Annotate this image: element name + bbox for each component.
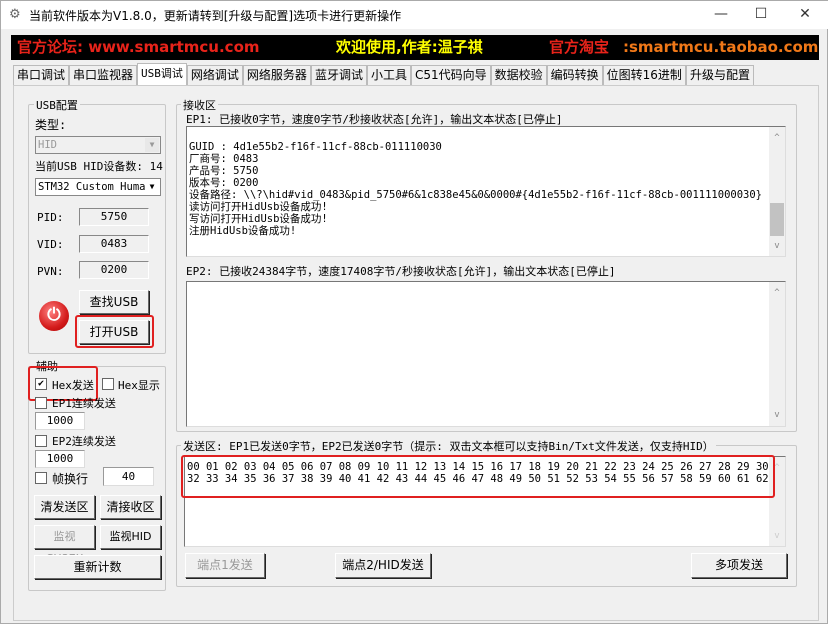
minimize-button[interactable]: —	[701, 3, 741, 27]
ep1-status: EP1: 已接收0字节，速度0字节/秒接收状态[允许]，输出文本状态[已停止]	[186, 113, 563, 126]
title-bar: ⚙ 当前软件版本为V1.8.0，更新请转到[升级与配置]选项卡进行更新操作 — …	[1, 1, 828, 29]
chevron-down-icon[interactable]: ▼	[145, 180, 159, 194]
hex-display-label: Hex显示	[118, 379, 160, 392]
ep2-continuous-checkbox[interactable]	[35, 435, 47, 447]
device-value: STM32 Custom Human	[38, 181, 152, 193]
tab-tools[interactable]: 小工具	[366, 65, 411, 85]
tab-c51-wizard[interactable]: C51代码向导	[410, 65, 491, 85]
type-select: HID ▼	[35, 136, 161, 154]
highlight-send-data	[181, 455, 775, 498]
multi-send-button[interactable]: 多项发送	[691, 553, 787, 578]
tab-network-debug[interactable]: 网络调试	[186, 65, 243, 85]
tab-upgrade[interactable]: 升级与配置	[685, 65, 754, 85]
usb-config-title: USB配置	[34, 97, 80, 113]
scroll-thumb[interactable]	[770, 203, 784, 236]
ep1-continuous-label: EP1连续发送	[52, 397, 116, 410]
vid-field: 0483	[79, 235, 149, 253]
type-value: HID	[38, 139, 57, 151]
ep1-continuous-checkbox[interactable]	[35, 397, 47, 409]
hex-display-checkbox[interactable]	[102, 378, 114, 390]
ep1-receive-textarea[interactable]: GUID : 4d1e55b2-f16f-11cf-88cb-011110030…	[186, 126, 786, 257]
ep2-hid-send-button[interactable]: 端点2/HID发送	[335, 553, 431, 578]
scroll-up-icon[interactable]: ^	[769, 133, 785, 143]
scroll-down-icon[interactable]: v	[769, 241, 785, 251]
tab-bluetooth[interactable]: 蓝牙调试	[310, 65, 367, 85]
ep2-continuous-label: EP2连续发送	[52, 435, 116, 448]
tab-serial-debug[interactable]: 串口调试	[13, 65, 70, 85]
close-button[interactable]: ✕	[785, 3, 825, 27]
vid-label: VID:	[37, 238, 64, 251]
scroll-up-icon[interactable]: ^	[769, 288, 785, 298]
tab-usb-debug[interactable]: USB调试	[137, 63, 187, 85]
pid-field: 5750	[79, 208, 149, 226]
tab-checksum[interactable]: 数据校验	[490, 65, 547, 85]
scroll-down-icon[interactable]: v	[769, 410, 785, 420]
ep2-receive-textarea[interactable]	[186, 281, 786, 427]
ep2-status: EP2: 已接收24384字节，速度17408字节/秒接收状态[允许]，输出文本…	[186, 265, 616, 278]
app-gear-icon: ⚙	[9, 7, 21, 22]
monitor-hid-button[interactable]: 监视HID	[100, 525, 161, 549]
welcome-text: 欢迎使用,作者:温子祺	[336, 38, 483, 56]
forum-link[interactable]: 官方论坛: www.smartmcu.com	[17, 35, 260, 60]
frame-length-input[interactable]: 40	[103, 467, 154, 486]
tab-bitmap-hex[interactable]: 位图转16进制	[602, 65, 686, 85]
frame-newline-checkbox[interactable]	[35, 472, 47, 484]
power-icon: ⏻	[39, 301, 69, 331]
send-title: 发送区: EP1已发送0字节，EP2已发送0字节（提示: 双击文本框可以支持Bi…	[181, 438, 716, 454]
pvn-field: 0200	[79, 261, 149, 279]
scroll-down-icon[interactable]: v	[769, 531, 785, 541]
device-count-label: 当前USB HID设备数: 14	[35, 160, 163, 173]
ep1-scrollbar[interactable]: ^ v	[769, 127, 785, 256]
ep2-scrollbar[interactable]: ^ v	[769, 282, 785, 426]
tab-serial-monitor[interactable]: 串口监视器	[69, 65, 138, 85]
shop-link[interactable]: :smartmcu.taobao.com	[623, 35, 818, 60]
ep2-interval-input[interactable]: 1000	[35, 450, 85, 468]
monitor-ch37x-button: 监视CH37X	[34, 525, 95, 565]
tab-network-server[interactable]: 网络服务器	[242, 65, 311, 85]
device-select[interactable]: STM32 Custom Human ▼	[35, 178, 161, 196]
clear-receive-button[interactable]: 清接收区	[100, 495, 161, 519]
ep1-send-button: 端点1发送	[185, 553, 265, 578]
find-usb-button[interactable]: 查找USB	[79, 290, 149, 314]
type-label: 类型:	[35, 118, 67, 132]
pid-label: PID:	[37, 211, 64, 224]
shop-label: 官方淘宝	[549, 38, 610, 56]
tab-bar: 串口调试 串口监视器 USB调试 网络调试 网络服务器 蓝牙调试 小工具 C51…	[13, 63, 754, 86]
highlight-open-usb	[75, 315, 154, 348]
banner: 官方论坛: www.smartmcu.com 欢迎使用,作者:温子祺 官方淘宝 …	[11, 35, 819, 60]
frame-newline-label: 帧换行	[52, 472, 89, 486]
maximize-button[interactable]: ☐	[741, 3, 781, 27]
pvn-label: PVN:	[37, 265, 64, 278]
tab-encoding[interactable]: 编码转换	[546, 65, 603, 85]
ep1-interval-input[interactable]: 1000	[35, 412, 85, 430]
recount-button[interactable]: 重新计数	[34, 555, 161, 579]
window-title: 当前软件版本为V1.8.0，更新请转到[升级与配置]选项卡进行更新操作	[29, 9, 402, 23]
clear-send-button[interactable]: 清发送区	[34, 495, 95, 519]
chevron-down-icon: ▼	[145, 138, 159, 152]
